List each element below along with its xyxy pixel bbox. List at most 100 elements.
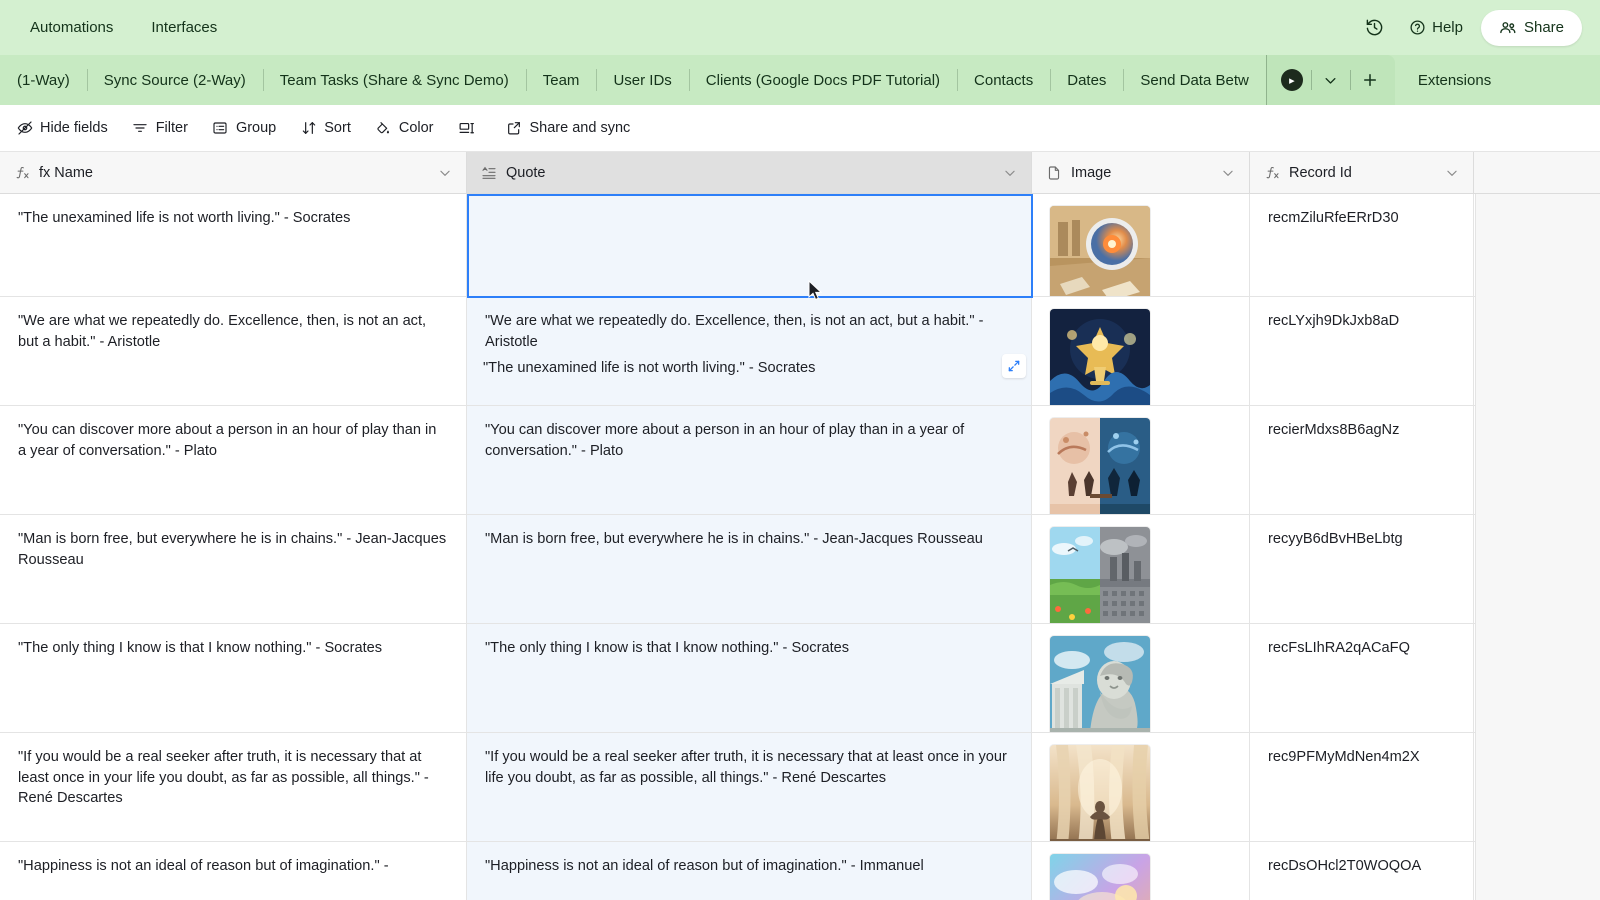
group-button[interactable]: Group (202, 114, 286, 143)
grid-right-gutter (1475, 194, 1600, 900)
column-header-label: Record Id (1289, 164, 1352, 181)
next-tab-button[interactable]: ▸ (1273, 55, 1311, 105)
table-tab-label: Send Data Betw (1140, 71, 1249, 89)
image-thumbnail[interactable] (1050, 854, 1150, 900)
history-icon[interactable] (1357, 11, 1391, 45)
cell-record-id[interactable]: recmZiluRfeERrD30 (1250, 194, 1474, 296)
table-row[interactable]: "We are what we repeatedly do. Excellenc… (0, 297, 1600, 406)
image-thumbnail[interactable] (1050, 206, 1150, 296)
image-thumbnail[interactable] (1050, 418, 1150, 514)
tab-list-dropdown-button[interactable] (1312, 55, 1350, 105)
hide-fields-label: Hide fields (40, 120, 108, 136)
cell-quote[interactable]: "We are what we repeatedly do. Excellenc… (467, 297, 1032, 405)
cell-name[interactable]: "The only thing I know is that I know no… (0, 624, 467, 732)
cell-image[interactable] (1032, 406, 1250, 514)
cell-image[interactable] (1032, 624, 1250, 732)
filter-icon (132, 120, 149, 137)
image-thumbnail[interactable] (1050, 745, 1150, 841)
cell-name[interactable]: "Happiness is not an ideal of reason but… (0, 842, 467, 900)
cell-quote[interactable]: "The only thing I know is that I know no… (467, 624, 1032, 732)
cell-quote[interactable]: "You can discover more about a person in… (467, 406, 1032, 514)
expand-record-icon[interactable] (1002, 354, 1026, 378)
chevron-right-circle-icon: ▸ (1280, 69, 1303, 91)
group-label: Group (235, 120, 277, 136)
add-table-button[interactable] (1351, 55, 1389, 105)
chevron-down-icon[interactable] (438, 166, 452, 180)
table-tab-label: User IDs (613, 71, 672, 89)
color-button[interactable]: Color (365, 114, 444, 143)
hide-fields-button[interactable]: Hide fields (6, 114, 118, 143)
filter-button[interactable]: Filter (122, 114, 198, 143)
table-tab-6[interactable]: Contacts (957, 55, 1050, 105)
table-row[interactable]: "If you would be a real seeker after tru… (0, 733, 1600, 842)
cell-quote[interactable]: "If you would be a real seeker after tru… (467, 733, 1032, 841)
table-tab-0[interactable]: (1-Way) (0, 55, 87, 105)
image-thumbnail[interactable] (1050, 636, 1150, 732)
column-header-record-id[interactable]: Record Id (1250, 152, 1474, 193)
table-tab-label: Team Tasks (Share & Sync Demo) (279, 71, 509, 89)
cell-name[interactable]: "If you would be a real seeker after tru… (0, 733, 467, 841)
attachment-icon (1046, 165, 1062, 181)
chevron-down-icon[interactable] (1445, 166, 1459, 180)
chevron-down-icon[interactable] (1221, 166, 1235, 180)
table-tab-7[interactable]: Dates (1050, 55, 1123, 105)
table-row[interactable]: "The unexamined life is not worth living… (0, 194, 1600, 297)
top-bar-actions: Help Share (1357, 9, 1600, 46)
table-tab-3[interactable]: Team (525, 55, 597, 105)
plus-icon (1363, 74, 1376, 86)
cell-name[interactable]: "Man is born free, but everywhere he is … (0, 515, 467, 623)
table-tab-label: Team (542, 71, 580, 89)
chevron-down-icon[interactable] (1003, 166, 1017, 180)
top-nav-group: Automations Interfaces (16, 12, 231, 43)
cell-image[interactable] (1032, 194, 1250, 296)
sort-button[interactable]: Sort (290, 114, 361, 143)
cell-record-id[interactable]: recFsLIhRA2qACaFQ (1250, 624, 1474, 732)
column-header-quote[interactable]: Quote (467, 152, 1032, 193)
table-row[interactable]: "The only thing I know is that I know no… (0, 624, 1600, 733)
row-height-icon (458, 120, 475, 137)
cell-image[interactable] (1032, 842, 1250, 900)
table-row[interactable]: "Happiness is not an ideal of reason but… (0, 842, 1600, 900)
table-tab-5[interactable]: Clients (Google Docs PDF Tutorial) (688, 55, 957, 105)
cell-image[interactable] (1032, 297, 1250, 405)
table-tab-1[interactable]: Sync Source (2-Way) (86, 55, 263, 105)
cell-name[interactable]: "We are what we repeatedly do. Excellenc… (0, 297, 467, 405)
cell-image[interactable] (1032, 733, 1250, 841)
table-tab-4[interactable]: User IDs (596, 55, 688, 105)
formula-icon (14, 165, 30, 181)
cell-record-id[interactable]: rec9PFMyMdNen4m2X (1250, 733, 1474, 841)
cell-record-id[interactable]: recDsOHcl2T0WOQOA (1250, 842, 1474, 900)
cell-record-id[interactable]: recierMdxs8B6agNz (1250, 406, 1474, 514)
cell-record-id[interactable]: recLYxjh9DkJxb8aD (1250, 297, 1474, 405)
cell-quote[interactable]: "The unexamined life is not worth living… (467, 194, 1032, 296)
image-thumbnail[interactable] (1050, 309, 1150, 405)
column-header-label: Image (1071, 164, 1112, 181)
table-tab-2[interactable]: Team Tasks (Share & Sync Demo) (262, 55, 526, 105)
share-button[interactable]: Share (1480, 9, 1582, 46)
table-row[interactable]: "You can discover more about a person in… (0, 406, 1600, 515)
help-button[interactable]: Help (1399, 12, 1473, 43)
chevron-down-icon (1325, 77, 1336, 84)
cell-quote[interactable]: "Man is born free, but everywhere he is … (467, 515, 1032, 623)
column-header-fx-name[interactable]: fx Name (0, 152, 467, 193)
cell-name[interactable]: "The unexamined life is not worth living… (0, 194, 467, 296)
filter-label: Filter (155, 120, 188, 136)
grid-body: "The unexamined life is not worth living… (0, 194, 1600, 900)
top-nav-interfaces[interactable]: Interfaces (137, 12, 231, 43)
column-header-label: fx Name (39, 164, 93, 181)
share-label: Share (1523, 19, 1564, 36)
column-header-image[interactable]: Image (1032, 152, 1250, 193)
image-thumbnail[interactable] (1050, 527, 1150, 623)
cell-record-id[interactable]: recyyB6dBvHBeLbtg (1250, 515, 1474, 623)
cell-quote[interactable]: "Happiness is not an ideal of reason but… (467, 842, 1032, 900)
extensions-tab[interactable]: Extensions (1400, 55, 1600, 105)
top-nav-automations[interactable]: Automations (16, 12, 127, 43)
cell-name[interactable]: "You can discover more about a person in… (0, 406, 467, 514)
share-and-sync-button[interactable]: Share and sync (496, 114, 641, 143)
table-tab-8[interactable]: Send Data Betw (1123, 55, 1265, 105)
table-tab-label: (1-Way) (17, 71, 70, 89)
row-height-button[interactable] (448, 114, 492, 143)
share-and-sync-label: Share and sync (529, 120, 631, 136)
table-row[interactable]: "Man is born free, but everywhere he is … (0, 515, 1600, 624)
cell-image[interactable] (1032, 515, 1250, 623)
